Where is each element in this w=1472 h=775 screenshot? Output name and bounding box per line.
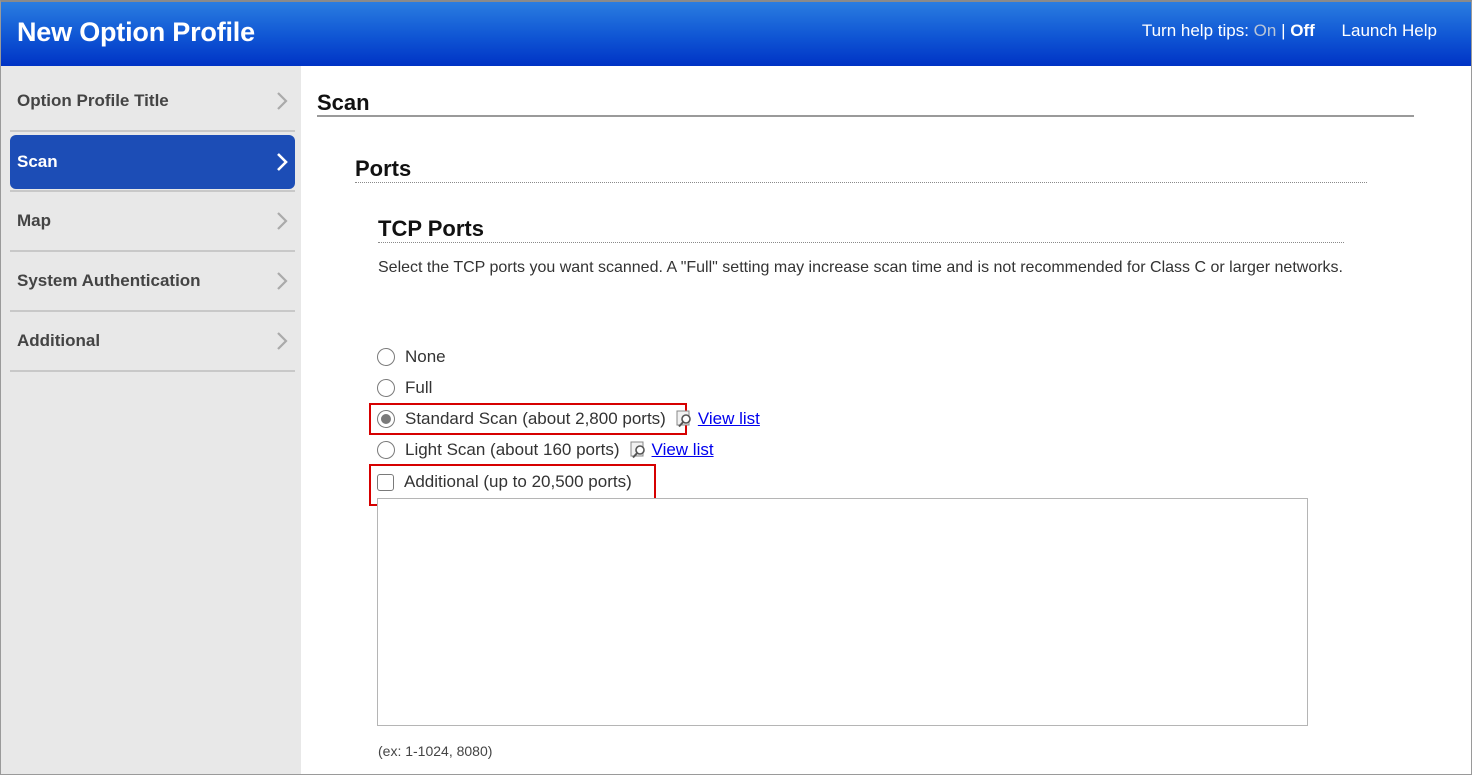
standard-scan-radio[interactable] [377,410,395,428]
header-actions: Turn help tips: On | Off Launch Help [1142,21,1437,41]
chevron-right-icon [277,272,288,290]
sidebar-item-label: Option Profile Title [17,91,169,110]
chevron-right-icon [277,153,288,171]
header-bar: New Option Profile Turn help tips: On | … [1,2,1471,66]
light-scan-radio[interactable] [377,441,395,459]
launch-help-link[interactable]: Launch Help [1342,21,1437,40]
sidebar-item-map[interactable]: Map [10,194,295,248]
help-tips-on-toggle[interactable]: On [1254,21,1277,40]
sidebar-nav: Option Profile Title Scan Map System Aut… [1,66,301,774]
option-light-scan[interactable]: Light Scan (about 160 ports) View list [377,438,714,462]
option-label: Light Scan (about 160 ports) [405,440,620,459]
subsection-divider [355,182,1367,183]
chevron-right-icon [277,332,288,350]
help-tips-separator: | [1281,21,1286,40]
chevron-right-icon [277,212,288,230]
light-scan-view-list-link[interactable]: View list [652,440,714,460]
group-title: TCP Ports [378,216,484,241]
sidebar-item-label: System Authentication [17,271,201,290]
group-divider [378,242,1344,243]
option-label: None [405,347,446,366]
help-tips-label: Turn help tips: [1141,21,1249,40]
sidebar-item-label: Scan [17,152,58,171]
magnifier-icon [630,441,645,459]
standard-scan-view-list-link[interactable]: View list [698,409,760,429]
option-label: Full [405,378,433,397]
magnifier-icon [676,410,691,428]
option-profile-window: New Option Profile Turn help tips: On | … [0,0,1472,775]
sidebar-item-option-profile-title[interactable]: Option Profile Title [10,74,295,128]
sidebar-item-additional[interactable]: Additional [10,314,295,368]
chevron-right-icon [277,92,288,110]
nav-divider [10,310,295,312]
main-content: Scan Ports TCP Ports Select the TCP port… [301,66,1471,774]
additional-ports-checkbox[interactable] [377,473,394,491]
full-radio[interactable] [377,379,395,397]
option-additional-ports[interactable]: Additional (up to 20,500 ports) [377,470,632,494]
option-none[interactable]: None [377,345,446,369]
option-full[interactable]: Full [377,376,432,400]
sidebar-item-label: Map [17,211,51,230]
nav-divider [10,250,295,252]
option-label: Additional (up to 20,500 ports) [404,472,632,491]
sidebar-item-system-authentication[interactable]: System Authentication [10,254,295,308]
sidebar-item-scan[interactable]: Scan [10,135,295,189]
section-divider [317,115,1414,117]
option-standard-scan[interactable]: Standard Scan (about 2,800 ports) View l… [377,407,760,431]
nav-divider [10,370,295,372]
help-tips-off-toggle[interactable]: Off [1290,21,1315,40]
none-radio[interactable] [377,348,395,366]
tcp-ports-description: Select the TCP ports you want scanned. A… [378,259,1343,276]
additional-ports-input[interactable] [377,498,1308,726]
sidebar-item-label: Additional [17,331,101,350]
section-title: Scan [317,90,370,115]
nav-divider [10,190,295,192]
page-title: New Option Profile [17,17,255,47]
nav-divider [10,130,295,132]
subsection-title: Ports [355,156,412,181]
option-label: Standard Scan (about 2,800 ports) [405,409,666,428]
additional-ports-hint: (ex: 1-1024, 8080) [378,743,493,759]
